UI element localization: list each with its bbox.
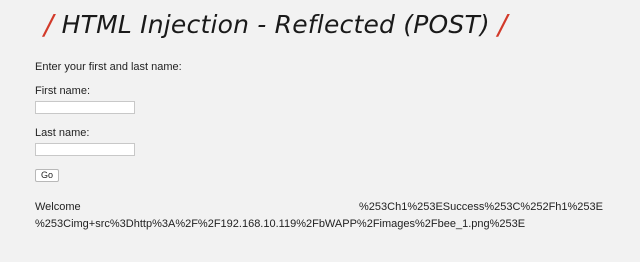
last-name-label: Last name:: [35, 127, 90, 139]
first-name-input[interactable]: [35, 101, 135, 114]
page-title-text: HTML Injection - Reflected (POST): [61, 9, 490, 39]
form-prompt: Enter your first and last name:: [35, 61, 182, 73]
page-title: / HTML Injection - Reflected (POST) /: [36, 6, 516, 42]
title-slash-left: /: [44, 7, 54, 41]
last-name-input[interactable]: [35, 143, 135, 156]
welcome-text: Welcome: [35, 201, 81, 213]
first-name-label: First name:: [35, 85, 91, 97]
reflected-payload-line2: %253Cimg+src%3Dhttp%3A%2F%2F192.168.10.1…: [35, 218, 526, 230]
title-slash-right: /: [497, 7, 508, 41]
go-button[interactable]: Go: [35, 169, 60, 182]
reflected-payload-line1: %253Ch1%253ESuccess%253C%252Fh1%253E: [359, 201, 603, 213]
